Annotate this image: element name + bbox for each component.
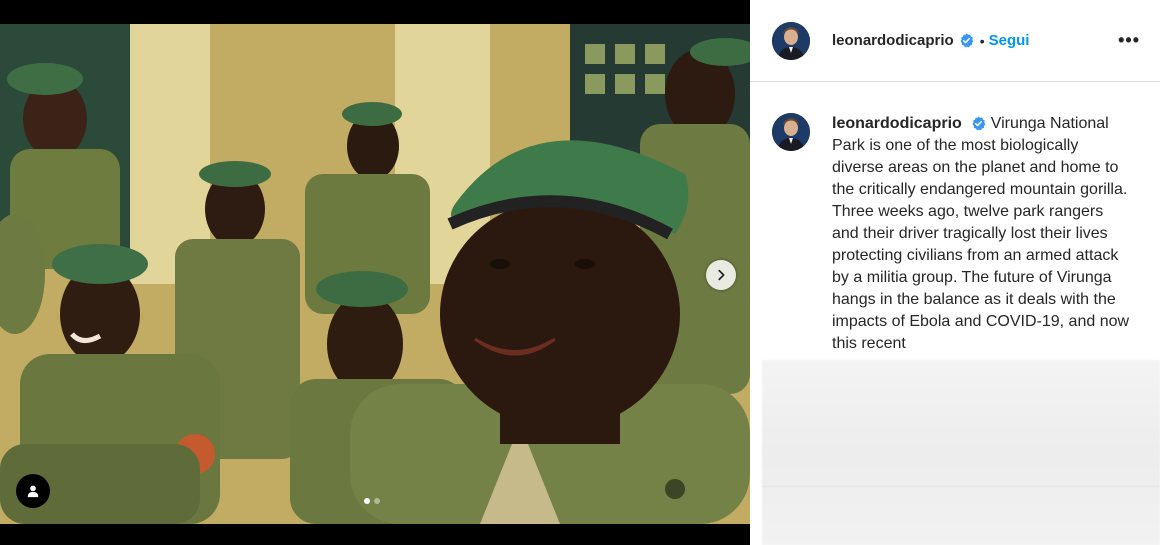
carousel-indicator	[364, 498, 380, 504]
avatar-image	[772, 113, 810, 151]
caption-username[interactable]: leonardodicaprio	[832, 115, 962, 132]
tagged-users-button[interactable]	[16, 474, 50, 508]
caption-author-avatar[interactable]	[772, 113, 810, 151]
verified-badge-icon	[972, 116, 986, 131]
more-options-icon[interactable]: •••	[1118, 30, 1140, 51]
post-side-panel: leonardodicaprio • Segui ••• leonardodic…	[750, 0, 1160, 545]
header-separator: •	[979, 32, 985, 49]
post-photo-illustration	[0, 24, 750, 524]
blurred-comments-overlay	[762, 360, 1160, 545]
chevron-right-icon	[718, 269, 725, 281]
carousel-dot	[374, 498, 380, 504]
verified-badge-icon	[960, 33, 974, 48]
post-caption: leonardodicaprio Virunga National Park i…	[832, 113, 1132, 360]
author-username[interactable]: leonardodicaprio	[832, 32, 954, 49]
follow-button[interactable]: Segui	[989, 32, 1030, 49]
avatar-image	[772, 21, 810, 60]
post-header: leonardodicaprio • Segui •••	[750, 0, 1160, 82]
author-avatar[interactable]	[772, 21, 810, 60]
post-caption-area: leonardodicaprio Virunga National Park i…	[750, 83, 1160, 360]
user-tag-icon	[27, 485, 39, 498]
carousel-next-button[interactable]	[706, 260, 736, 290]
caption-text: Virunga National Park is one of the most…	[832, 115, 1130, 352]
post-photo[interactable]	[0, 24, 750, 524]
instagram-post: leonardodicaprio • Segui ••• leonardodic…	[0, 0, 1160, 545]
post-media	[0, 0, 750, 545]
carousel-dot-active	[364, 498, 370, 504]
